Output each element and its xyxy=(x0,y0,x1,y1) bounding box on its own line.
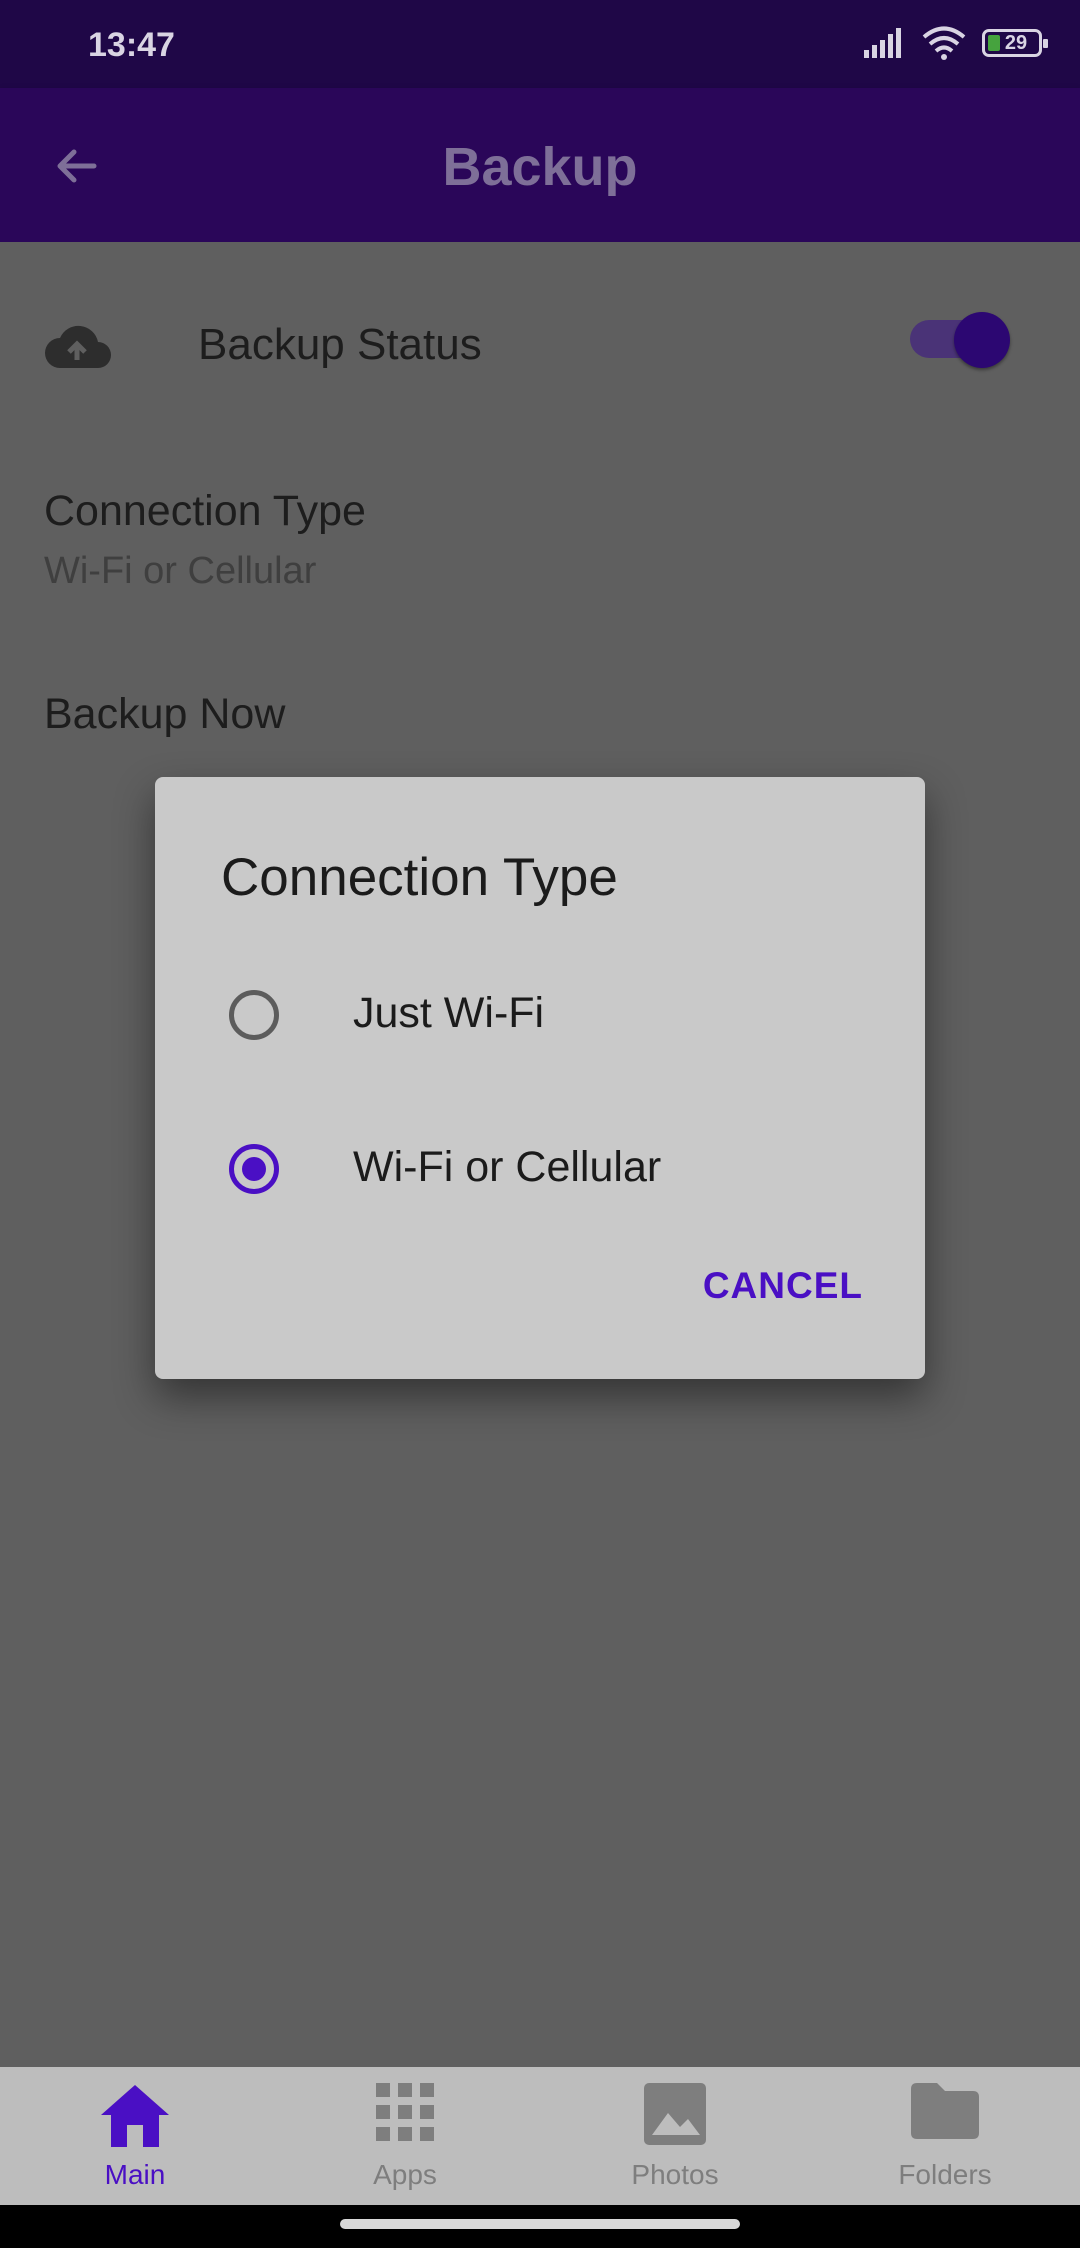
option-just-wifi[interactable]: Just Wi-Fi xyxy=(155,955,925,1075)
backup-status-row[interactable]: Backup Status xyxy=(0,282,1080,412)
apps-grid-icon xyxy=(376,2083,434,2141)
dialog-title: Connection Type xyxy=(221,848,618,907)
nav-item-main[interactable]: Main xyxy=(0,2067,270,2205)
nav-label: Folders xyxy=(898,2159,992,2190)
battery-level: 29 xyxy=(1004,31,1028,54)
radio-unchecked-icon[interactable] xyxy=(229,990,279,1040)
wifi-icon xyxy=(922,26,966,60)
nav-label: Photos xyxy=(631,2159,719,2190)
status-bar: 13:47 29 xyxy=(0,0,1080,88)
nav-label: Apps xyxy=(373,2159,437,2190)
nav-item-apps[interactable]: Apps xyxy=(270,2067,540,2205)
backup-status-label: Backup Status xyxy=(198,320,482,369)
option-label: Just Wi-Fi xyxy=(353,989,545,1037)
nav-label: Main xyxy=(104,2159,166,2190)
home-icon xyxy=(101,2085,169,2147)
connection-type-value: Wi-Fi or Cellular xyxy=(44,550,317,592)
option-wifi-or-cellular[interactable]: Wi-Fi or Cellular xyxy=(155,1109,925,1229)
folder-icon xyxy=(911,2083,979,2139)
nav-item-photos[interactable]: Photos xyxy=(540,2067,810,2205)
signal-icon xyxy=(864,28,901,58)
cancel-button[interactable]: CANCEL xyxy=(703,1265,863,1307)
page-title: Backup xyxy=(442,137,638,197)
connection-type-row[interactable]: Connection Type Wi-Fi or Cellular xyxy=(44,487,366,593)
option-label: Wi-Fi or Cellular xyxy=(353,1143,662,1191)
image-icon xyxy=(644,2083,706,2145)
app-bar: Backup xyxy=(0,88,1080,242)
status-icons: 29 xyxy=(864,26,1048,60)
gesture-bar xyxy=(0,2205,1080,2248)
battery-icon: 29 xyxy=(982,29,1048,57)
cloud-upload-icon xyxy=(45,325,111,368)
toggle-thumb xyxy=(954,312,1010,368)
radio-checked-icon[interactable] xyxy=(229,1144,279,1194)
home-gesture-handle[interactable] xyxy=(340,2219,740,2229)
connection-type-dialog: Connection Type Just Wi-Fi Wi-Fi or Cell… xyxy=(155,777,925,1379)
connection-type-title: Connection Type xyxy=(44,487,366,535)
backup-status-toggle[interactable] xyxy=(908,306,1012,368)
nav-item-folders[interactable]: Folders xyxy=(810,2067,1080,2205)
bottom-navigation: Main Apps Photos Folders xyxy=(0,2067,1080,2205)
backup-now-row[interactable]: Backup Now xyxy=(44,690,285,739)
status-time: 13:47 xyxy=(88,26,175,64)
